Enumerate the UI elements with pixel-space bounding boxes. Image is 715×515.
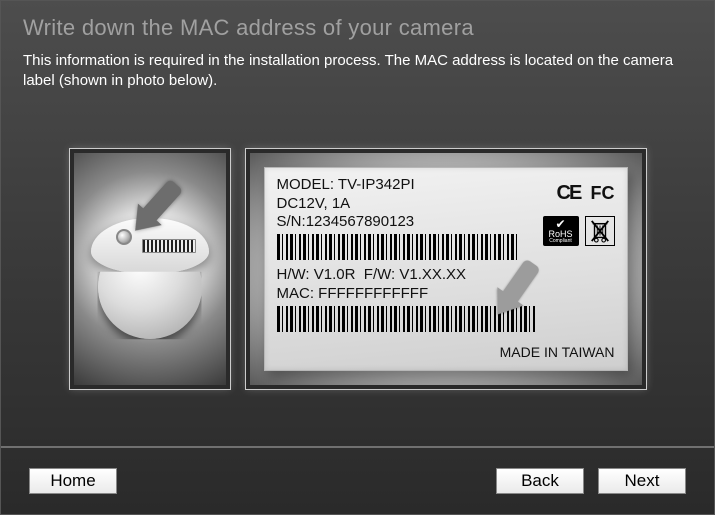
label-fw-value: V1.XX.XX [399, 266, 466, 283]
label-hw-value: V1.0R [314, 266, 356, 283]
barcode-icon [277, 234, 517, 260]
label-mac-value: FFFFFFFFFFFF [318, 285, 428, 302]
label-photo: MODEL: TV-IP342PI DC12V, 1A S/N:12345678… [246, 149, 646, 389]
camera-screw [116, 229, 132, 245]
header: Write down the MAC address of your camer… [1, 1, 714, 45]
barcode-icon [277, 306, 537, 332]
product-label: MODEL: TV-IP342PI DC12V, 1A S/N:12345678… [264, 167, 628, 371]
weee-bin-icon [585, 216, 615, 246]
fcc-mark-icon: FC [591, 183, 615, 204]
next-button[interactable]: Next [598, 468, 686, 494]
back-button[interactable]: Back [496, 468, 584, 494]
label-mac-prefix: MAC: [277, 285, 315, 302]
compliance-marks: ✔ RoHS Compliant [543, 216, 615, 246]
label-serial-value: 1234567890123 [306, 213, 414, 230]
camera-photo [70, 149, 230, 389]
camera-small-label [142, 239, 196, 253]
footer: Home Back Next [1, 448, 714, 514]
label-serial-prefix: S/N: [277, 213, 306, 230]
rohs-icon: ✔ RoHS Compliant [543, 216, 579, 246]
label-model-prefix: MODEL: [277, 176, 335, 193]
content-area: MODEL: TV-IP342PI DC12V, 1A S/N:12345678… [1, 92, 714, 447]
instruction-text: This information is required in the inst… [1, 45, 714, 92]
ce-mark-icon: CE [557, 182, 581, 205]
label-hw-prefix: H/W: [277, 266, 310, 283]
label-model-value: TV-IP342PI [338, 176, 415, 193]
home-button[interactable]: Home [29, 468, 117, 494]
label-fw-prefix: F/W: [364, 266, 395, 283]
cert-marks: CE FC [557, 182, 615, 205]
label-hwfw-line: H/W: V1.0R F/W: V1.XX.XX [277, 266, 615, 285]
wizard-window: Write down the MAC address of your camer… [0, 0, 715, 515]
page-title: Write down the MAC address of your camer… [23, 15, 692, 41]
label-origin: MADE IN TAIWAN [500, 344, 615, 360]
rohs-sub: Compliant [549, 239, 572, 244]
label-mac-line: MAC: FFFFFFFFFFFF [277, 285, 615, 304]
